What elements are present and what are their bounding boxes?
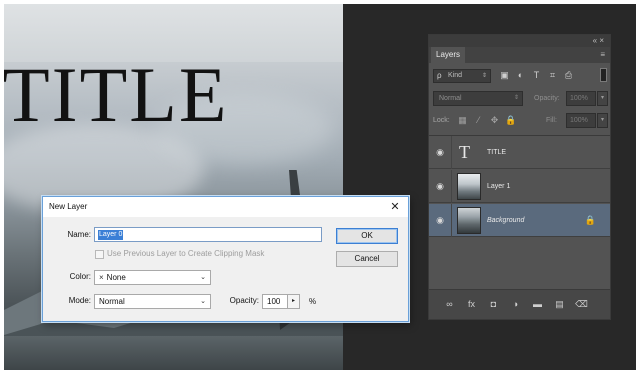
blend-mode-select[interactable]: Normal ⇕: [433, 91, 523, 106]
divider: [451, 204, 452, 237]
layer-name[interactable]: Background: [487, 204, 524, 237]
canvas-water: [4, 336, 343, 370]
panel-topbar: « ×: [429, 35, 610, 47]
opacity-label: Opacity:: [229, 296, 259, 305]
opacity-input[interactable]: 100: [262, 294, 288, 309]
opacity-field[interactable]: 100%: [566, 91, 596, 106]
lock-fill-row: Lock: ▦ ⁄ ✥ 🔒 Fill: 100% ▾: [433, 113, 608, 129]
layer-thumbnail: [457, 207, 481, 234]
updown-arrows-icon: ⇕: [481, 73, 487, 79]
adjustment-filter-icon[interactable]: ◐: [515, 70, 526, 81]
layer-name-input[interactable]: Layer 0: [94, 227, 322, 242]
lock-transparent-pixels-icon[interactable]: ▦: [457, 115, 468, 126]
layer-name[interactable]: TITLE: [487, 136, 506, 169]
fill-label: Fill:: [546, 117, 557, 124]
color-label: Color:: [69, 272, 91, 281]
collapse-panel-icon[interactable]: « ×: [593, 35, 604, 47]
fill-field[interactable]: 100%: [566, 113, 596, 128]
color-value: None: [106, 273, 126, 282]
blend-opacity-row: Normal ⇕ Opacity: 100% ▾: [433, 91, 608, 107]
panel-tabbar: Layers ≡: [429, 47, 610, 63]
adjustment-layer-icon[interactable]: ◑: [509, 298, 522, 311]
delete-layer-icon[interactable]: ⌫: [575, 298, 588, 311]
blend-mode-value: Normal: [439, 95, 462, 102]
layer-name-value: Layer 0: [98, 230, 124, 240]
updown-arrows-icon: ⇕: [513, 95, 519, 101]
dialog-titlebar[interactable]: New Layer ✕: [43, 197, 408, 217]
filter-kind-label: Kind: [448, 72, 463, 79]
lock-icon: 🔒: [584, 215, 596, 225]
smart-object-filter-icon[interactable]: ⎙: [563, 70, 574, 81]
layer-style-fx-icon[interactable]: fx: [465, 298, 478, 311]
tab-layers[interactable]: Layers: [431, 47, 466, 63]
chevron-down-icon: ⌄: [200, 274, 206, 281]
color-select[interactable]: × None ⌄: [94, 270, 211, 285]
visibility-eye-icon[interactable]: ◉: [434, 146, 446, 158]
cancel-button[interactable]: Cancel: [336, 251, 398, 267]
clipping-mask-label: Use Previous Layer to Create Clipping Ma…: [107, 249, 265, 258]
fill-dropdown-icon[interactable]: ▾: [597, 113, 608, 128]
lock-position-icon[interactable]: ✥: [489, 115, 500, 126]
pixel-filter-icon[interactable]: ▣: [499, 70, 510, 81]
divider: [451, 170, 452, 203]
mode-select[interactable]: Normal ⌄: [94, 294, 211, 309]
layer-name[interactable]: Layer 1: [487, 170, 510, 203]
dialog-title: New Layer: [49, 202, 88, 211]
layer-row-title[interactable]: ◉ T TITLE: [429, 136, 610, 169]
new-group-icon[interactable]: ▬: [531, 298, 544, 311]
search-icon: ρ: [437, 71, 442, 80]
no-color-icon: ×: [99, 273, 104, 282]
panel-footer: ∞ fx ◘ ◑ ▬ ▤ ⌫: [429, 289, 610, 319]
layer-row-layer-1[interactable]: ◉ Layer 1: [429, 170, 610, 203]
lock-label: Lock:: [433, 117, 450, 124]
visibility-eye-icon[interactable]: ◉: [434, 180, 446, 192]
opacity-stepper-icon[interactable]: ▸: [288, 294, 300, 309]
opacity-dropdown-icon[interactable]: ▾: [597, 91, 608, 106]
clipping-mask-checkbox[interactable]: [95, 250, 104, 259]
filter-toggle-switch[interactable]: [600, 68, 607, 82]
panel-menu-icon[interactable]: ≡: [600, 47, 605, 63]
add-mask-icon[interactable]: ◘: [487, 298, 500, 311]
divider: [451, 136, 452, 169]
visibility-eye-icon[interactable]: ◉: [434, 214, 446, 226]
layers-panel: « × Layers ≡ ρ Kind ⇕ ▣ ◐ T ⌗ ⎙ Normal ⇕…: [428, 34, 611, 320]
canvas-title-text: TITLE: [4, 51, 229, 138]
type-filter-icon[interactable]: T: [531, 70, 542, 81]
layer-thumbnail: [457, 173, 481, 200]
filter-kind-select[interactable]: ρ Kind ⇕: [433, 69, 491, 83]
chevron-down-icon: ⌄: [200, 298, 206, 305]
color-select-value: × None: [99, 271, 126, 284]
close-icon[interactable]: ✕: [388, 197, 402, 217]
opacity-label: Opacity:: [534, 95, 560, 102]
new-layer-dialog: New Layer ✕ Name: Layer 0 Use Previous L…: [42, 196, 409, 322]
layer-filter-row: ρ Kind ⇕ ▣ ◐ T ⌗ ⎙: [433, 67, 608, 85]
name-label: Name:: [67, 230, 91, 239]
ok-button[interactable]: OK: [336, 228, 398, 244]
new-layer-icon[interactable]: ▤: [553, 298, 566, 311]
lock-all-icon[interactable]: 🔒: [505, 115, 516, 126]
text-layer-icon: T: [459, 142, 470, 162]
shape-filter-icon[interactable]: ⌗: [547, 70, 558, 81]
lock-image-pixels-icon[interactable]: ⁄: [473, 115, 484, 126]
opacity-unit: %: [309, 297, 317, 306]
layer-row-background[interactable]: ◉ Background 🔒: [429, 204, 610, 237]
layers-list: ◉ T TITLE ◉ Layer 1 ◉ Background 🔒: [429, 135, 610, 287]
mode-label: Mode:: [68, 296, 91, 305]
link-layers-icon[interactable]: ∞: [443, 298, 456, 311]
mode-value: Normal: [99, 297, 125, 306]
